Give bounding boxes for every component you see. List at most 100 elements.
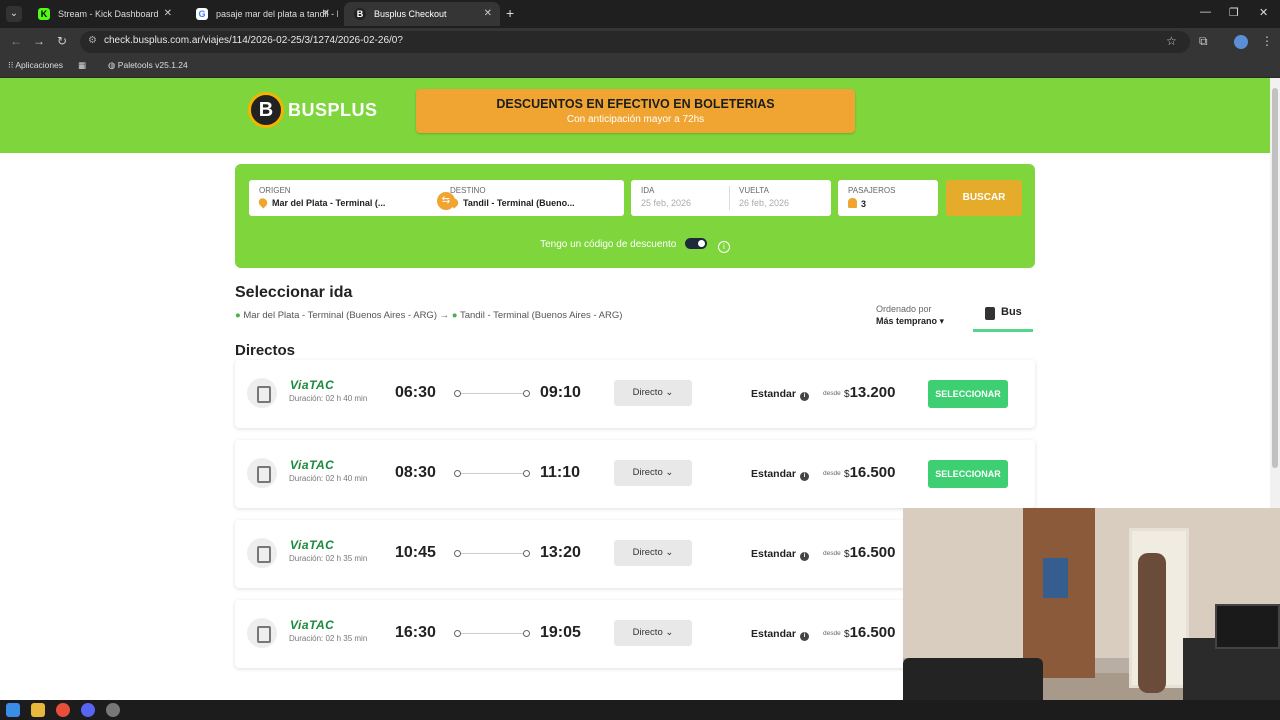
price-prefix: desde (823, 470, 841, 477)
seat-class: Estandar i (751, 548, 809, 561)
close-window-icon[interactable]: ✕ (1259, 6, 1268, 19)
route-from: Mar del Plata - Terminal (Buenos Aires -… (243, 310, 437, 321)
bus-icon (247, 458, 277, 488)
seat-class-label: Estandar (751, 388, 796, 400)
close-tab-icon[interactable]: ✕ (484, 2, 492, 26)
busplus-favicon: B (354, 8, 366, 20)
promo-subtitle: Con anticipación mayor a 72hs (566, 114, 705, 125)
minimize-icon[interactable]: — (1200, 6, 1211, 18)
departure-time: 16:30 (395, 624, 436, 641)
tab-busplus-checkout[interactable]: B Busplus Checkout ✕ (344, 2, 500, 26)
info-icon[interactable]: i (799, 552, 809, 561)
tab-groups-icon[interactable]: ▦ (78, 60, 86, 71)
busplus-logo[interactable]: B BUSPLUS (248, 92, 378, 132)
trip-type-dropdown[interactable]: Directo ⌄ (614, 460, 692, 486)
back-icon[interactable]: ← (10, 34, 22, 48)
forward-icon[interactable]: → (33, 34, 45, 48)
trip-type-label: Directo (632, 547, 663, 558)
trip-type-label: Directo (632, 467, 663, 478)
divider (729, 186, 730, 210)
trip-type-dropdown[interactable]: Directo ⌄ (614, 540, 692, 566)
sort-dropdown[interactable]: Ordenado por Más temprano ▾ (876, 304, 944, 327)
section-directos: Directos (235, 342, 296, 359)
close-tab-icon[interactable]: ✕ (164, 2, 172, 26)
promo-banner[interactable]: DESCUENTOS EN EFECTIVO EN BOLETERIAS Con… (416, 89, 855, 133)
discord-icon[interactable] (81, 703, 95, 717)
arrival-time: 11:10 (540, 464, 581, 481)
destination-value[interactable]: Tandil - Terminal (Bueno... (447, 196, 575, 209)
select-trip-button[interactable]: SELECCIONAR (928, 460, 1008, 488)
app-icon[interactable] (106, 703, 120, 717)
trip-type-dropdown[interactable]: Directo ⌄ (614, 620, 692, 646)
departure-time: 08:30 (395, 464, 436, 481)
bookmark-label: Paletools v25.1.24 (117, 60, 188, 70)
logo-text: BUSPLUS (288, 100, 378, 120)
trip-duration: Duración: 02 h 35 min (289, 554, 368, 563)
logo-mark: B (248, 92, 284, 128)
restore-icon[interactable]: ❐ (1229, 6, 1239, 19)
cam-painting (1043, 558, 1068, 598)
discount-toggle[interactable] (685, 238, 708, 249)
trip-card[interactable]: ViaTAC Duración: 02 h 40 min 08:30 11:10 Dir… (235, 440, 1035, 508)
extensions-icon[interactable]: ⧉ (1199, 34, 1208, 49)
info-icon[interactable]: i (799, 472, 809, 481)
info-icon[interactable]: i (717, 241, 730, 253)
bookmark-label: Aplicaciones (15, 60, 64, 70)
tab-title: Stream - Kick Dashboard (58, 9, 159, 19)
vuelta-value[interactable]: 26 feb, 2026 (739, 198, 789, 208)
tab-google-search[interactable]: G pasaje mar del plata a tandil - B ✕ (186, 2, 338, 26)
apps-grid-icon: ⁝⁝ (8, 60, 14, 70)
route-breadcrumb: ● Mar del Plata - Terminal (Buenos Aires… (235, 310, 622, 321)
trip-card[interactable]: ViaTAC Duración: 02 h 40 min 06:30 09:10 Dir… (235, 360, 1035, 428)
passengers-field[interactable]: PASAJEROS 3 (838, 180, 938, 216)
bus-icon (247, 378, 277, 408)
reload-icon[interactable]: ↻ (57, 34, 67, 48)
file-explorer-icon[interactable] (31, 703, 45, 717)
search-panel: ORIGEN Mar del Plata - Terminal (... ⇆ D… (235, 164, 1035, 268)
destination-label: DESTINO (450, 186, 486, 195)
info-icon[interactable]: i (799, 392, 809, 401)
buscar-button[interactable]: BUSCAR (946, 180, 1022, 216)
caret-down-icon: ▾ (939, 316, 945, 326)
address-bar[interactable]: ⚙ check.busplus.com.ar/viajes/114/2026-0… (80, 31, 1190, 53)
pasajeros-value[interactable]: 3 (848, 198, 866, 209)
trip-price: $13.200 (844, 384, 895, 401)
select-trip-button[interactable]: SELECCIONAR (928, 380, 1008, 408)
trip-duration: Duración: 02 h 40 min (289, 394, 368, 403)
new-tab-button[interactable]: + (506, 5, 514, 21)
origin-value[interactable]: Mar del Plata - Terminal (... (256, 196, 386, 209)
close-tab-icon[interactable]: ✕ (322, 2, 330, 26)
trip-type-dropdown[interactable]: Directo ⌄ (614, 380, 692, 406)
site-info-icon[interactable]: ⚙ (88, 35, 100, 47)
bus-icon (247, 538, 277, 568)
header-banner: B BUSPLUS DESCUENTOS EN EFECTIVO EN BOLE… (0, 78, 1270, 153)
price-value: 16.500 (849, 464, 896, 481)
scrollbar-thumb[interactable] (1272, 88, 1278, 468)
seat-class-label: Estandar (751, 548, 796, 560)
arrival-time: 13:20 (540, 544, 581, 561)
windows-start-icon[interactable] (6, 703, 20, 717)
chrome-icon[interactable] (56, 703, 70, 717)
trip-duration: Duración: 02 h 35 min (289, 634, 368, 643)
route-field[interactable]: ORIGEN Mar del Plata - Terminal (... ⇆ D… (249, 180, 624, 216)
seat-class: Estandar i (751, 628, 809, 641)
tab-search-button[interactable]: ⌄ (6, 6, 22, 22)
tab-kick-dashboard[interactable]: K Stream - Kick Dashboard ✕ (28, 2, 180, 26)
ida-value[interactable]: 25 feb, 2026 (641, 198, 691, 208)
bookmark-aplicaciones[interactable]: ⁝⁝ Aplicaciones (8, 60, 63, 71)
bookmark-paletools[interactable]: ◍ Paletools v25.1.24 (108, 60, 188, 71)
menu-kebab-icon[interactable]: ⋮ (1261, 34, 1273, 48)
url-text: check.busplus.com.ar/viajes/114/2026-02-… (104, 35, 403, 46)
date-field[interactable]: IDA 25 feb, 2026 VUELTA 26 feb, 2026 (631, 180, 831, 216)
webcam-overlay (903, 508, 1280, 720)
sort-value: Más temprano (876, 316, 938, 326)
info-icon[interactable]: i (799, 632, 809, 641)
tab-bus[interactable]: Bus (973, 302, 1033, 332)
seat-class-label: Estandar (751, 468, 796, 480)
price-prefix: desde (823, 550, 841, 557)
profile-avatar[interactable] (1234, 35, 1248, 49)
bookmark-star-icon[interactable]: ☆ (1166, 34, 1177, 48)
bookmarks-bar: ⁝⁝ Aplicaciones ▦ ◍ Paletools v25.1.24 (0, 56, 1280, 78)
origin-text: Mar del Plata - Terminal (... (272, 198, 386, 208)
trip-duration: Duración: 02 h 40 min (289, 474, 368, 483)
